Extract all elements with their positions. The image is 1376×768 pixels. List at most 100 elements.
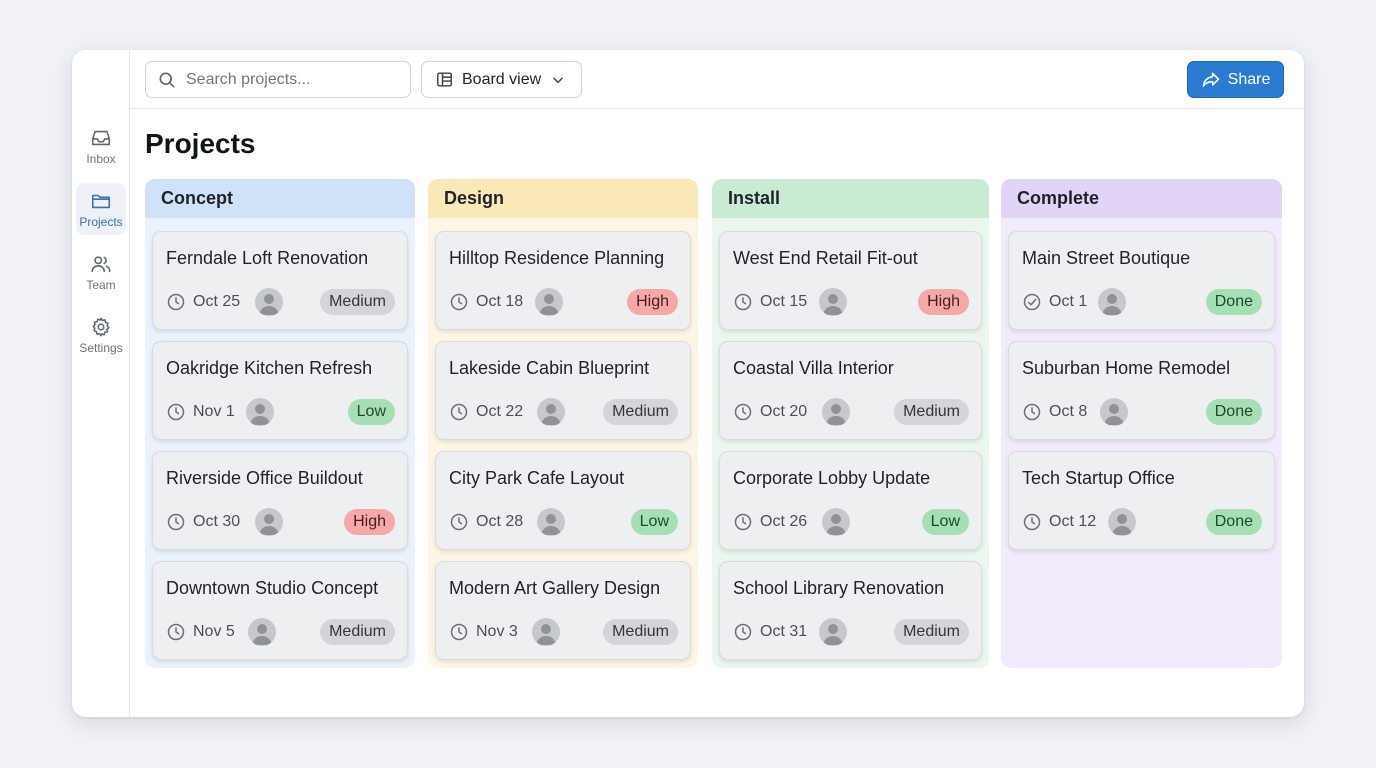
- share-button[interactable]: Share: [1187, 61, 1284, 98]
- status-badge: High: [918, 289, 969, 315]
- card-title: West End Retail Fit-out: [733, 248, 918, 268]
- project-card[interactable]: Downtown Studio Concept Nov 5 Medium: [152, 561, 408, 660]
- avatar[interactable]: [1100, 398, 1128, 426]
- due-date: Nov 5: [193, 623, 235, 640]
- share-label: Share: [1227, 70, 1271, 88]
- column-design: Design Hilltop Residence Planning Oct 18…: [428, 179, 698, 668]
- project-card[interactable]: Lakeside Cabin Blueprint Oct 22 Medium: [435, 341, 691, 440]
- status-badge: Done: [1205, 289, 1262, 315]
- page-title: Projects: [145, 128, 256, 159]
- project-card[interactable]: Suburban Home Remodel Oct 8 Done: [1008, 341, 1275, 440]
- sidebar-item-settings[interactable]: Settings: [76, 309, 126, 361]
- card-title: Downtown Studio Concept: [166, 578, 379, 598]
- clock-icon: [167, 293, 185, 311]
- avatar[interactable]: [537, 508, 565, 536]
- due-date: Oct 30: [193, 513, 241, 530]
- project-card[interactable]: Main Street Boutique Oct 1 Done: [1008, 231, 1275, 330]
- project-card[interactable]: Coastal Villa Interior Oct 20 Medium: [719, 341, 982, 440]
- avatar[interactable]: [255, 288, 283, 316]
- project-card[interactable]: West End Retail Fit-out Oct 15 High: [719, 231, 982, 330]
- card-meta: Oct 15 High: [733, 288, 969, 316]
- project-card[interactable]: Corporate Lobby Update Oct 26 Low: [719, 451, 982, 550]
- search-box[interactable]: [145, 61, 411, 98]
- users-icon: [91, 255, 111, 272]
- project-card[interactable]: City Park Cafe Layout Oct 28 Low: [435, 451, 691, 550]
- card-meta: Oct 22 Medium: [449, 398, 678, 426]
- status-badge: Low: [347, 399, 395, 425]
- clock-icon: [167, 623, 185, 641]
- project-card[interactable]: Ferndale Loft Renovation Oct 25 Medium: [152, 231, 408, 330]
- view-selector[interactable]: Board view: [421, 61, 582, 98]
- user-avatar-icon: [1112, 514, 1132, 535]
- due-date: Oct 31: [760, 623, 808, 640]
- status-badge: High: [344, 509, 395, 535]
- top-bar: Board view Share: [130, 50, 1304, 109]
- project-card[interactable]: Modern Art Gallery Design Nov 3 Medium: [435, 561, 691, 660]
- avatar[interactable]: [1098, 288, 1126, 316]
- sidebar-item-label: Inbox: [86, 151, 116, 166]
- column-install: Install West End Retail Fit-out Oct 15 H…: [712, 179, 989, 668]
- sidebar-item-team[interactable]: Team: [76, 246, 126, 298]
- due-date: Oct 15: [760, 293, 808, 310]
- user-avatar-icon: [826, 404, 846, 425]
- clock-icon: [734, 293, 752, 311]
- sidebar-item-inbox[interactable]: Inbox: [76, 120, 126, 172]
- avatar[interactable]: [822, 398, 850, 426]
- share-icon: [1202, 72, 1219, 87]
- user-avatar-icon: [1104, 404, 1124, 425]
- avatar[interactable]: [255, 508, 283, 536]
- column-concept: Concept Ferndale Loft Renovation Oct 25 …: [145, 179, 415, 668]
- user-avatar-icon: [539, 294, 559, 315]
- avatar[interactable]: [246, 398, 274, 426]
- status-badge: Low: [921, 509, 969, 535]
- due-date: Oct 12: [1049, 513, 1097, 530]
- card-meta: Oct 26 Low: [733, 508, 969, 536]
- card-meta: Oct 8 Done: [1022, 398, 1262, 426]
- status-badge: Medium: [320, 289, 395, 315]
- card-title: Main Street Boutique: [1022, 248, 1191, 268]
- project-card[interactable]: Tech Startup Office Oct 12 Done: [1008, 451, 1275, 550]
- sidebar: Inbox Projects Team Settings: [72, 50, 130, 717]
- avatar[interactable]: [819, 618, 847, 646]
- app-window: Inbox Projects Team Settings Search proj…: [72, 50, 1304, 717]
- card-meta: Oct 28 Low: [449, 508, 678, 536]
- due-date: Nov 3: [476, 623, 518, 640]
- avatar[interactable]: [819, 288, 847, 316]
- card-title: Coastal Villa Interior: [733, 358, 894, 378]
- sidebar-item-projects[interactable]: Projects: [76, 183, 126, 235]
- user-avatar-icon: [252, 624, 272, 645]
- project-card[interactable]: School Library Renovation Oct 31 Medium: [719, 561, 982, 660]
- sidebar-item-label: Team: [86, 277, 116, 292]
- card-title: School Library Renovation: [733, 578, 945, 598]
- due-date: Oct 22: [476, 403, 524, 420]
- inbox-icon: [91, 130, 111, 145]
- chevron-down-icon: [553, 77, 563, 83]
- column-header: Complete: [1001, 179, 1282, 218]
- clock-icon: [1023, 513, 1041, 531]
- status-badge: Medium: [894, 399, 969, 425]
- project-card[interactable]: Hilltop Residence Planning Oct 18 High: [435, 231, 691, 330]
- project-card[interactable]: Riverside Office Buildout Oct 30 High: [152, 451, 408, 550]
- view-selector-label: Board view: [462, 70, 542, 88]
- status-badge: High: [627, 289, 678, 315]
- avatar[interactable]: [822, 508, 850, 536]
- avatar[interactable]: [248, 618, 276, 646]
- avatar[interactable]: [532, 618, 560, 646]
- card-meta: Oct 18 High: [449, 288, 678, 316]
- user-avatar-icon: [259, 514, 279, 535]
- avatar[interactable]: [535, 288, 563, 316]
- avatar[interactable]: [537, 398, 565, 426]
- card-meta: Oct 1 Done: [1022, 288, 1262, 316]
- project-card[interactable]: Oakridge Kitchen Refresh Nov 1 Low: [152, 341, 408, 440]
- sidebar-item-label: Projects: [79, 214, 123, 229]
- clock-icon: [734, 513, 752, 531]
- user-avatar-icon: [1102, 294, 1122, 315]
- card-meta: Oct 20 Medium: [733, 398, 969, 426]
- avatar[interactable]: [1108, 508, 1136, 536]
- status-badge: Done: [1205, 509, 1262, 535]
- user-avatar-icon: [259, 294, 279, 315]
- status-badge: Medium: [320, 619, 395, 645]
- status-badge: Medium: [603, 399, 678, 425]
- user-avatar-icon: [823, 294, 843, 315]
- search-input[interactable]: [186, 70, 396, 89]
